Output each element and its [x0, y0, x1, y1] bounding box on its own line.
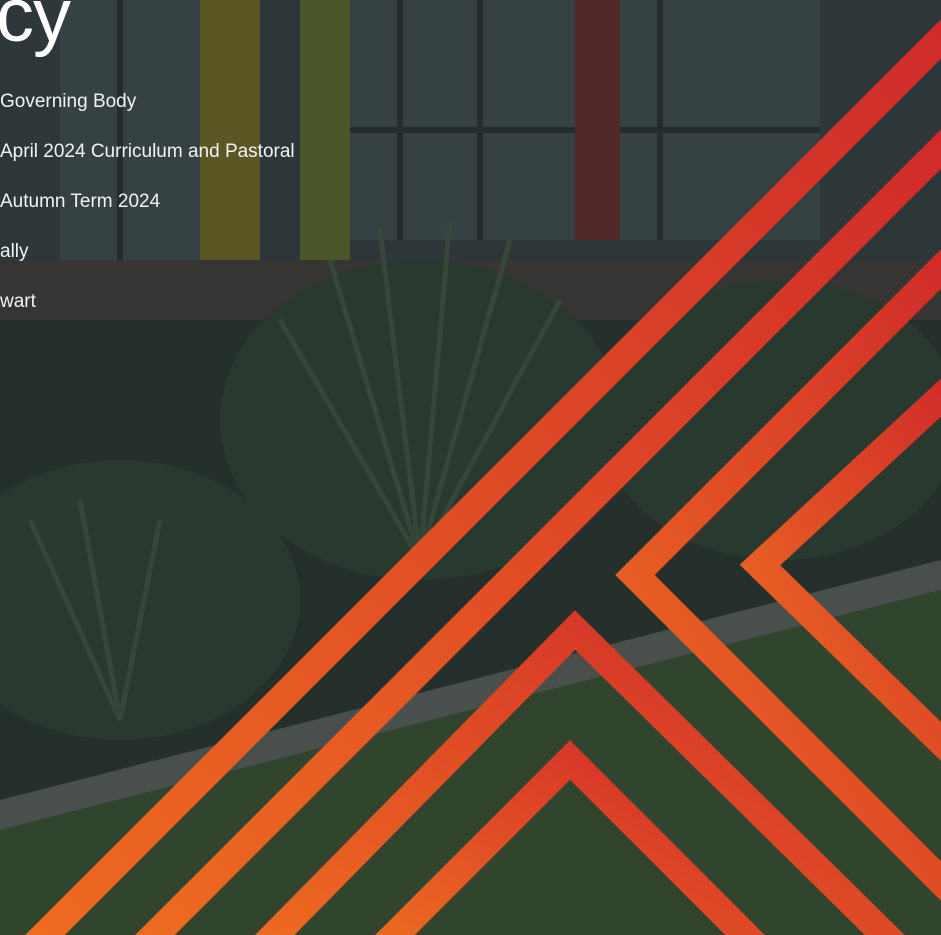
detail-approved-by: Governing Body: [0, 91, 137, 112]
detail-owner: wart: [0, 291, 36, 312]
document-details: Governing Body April 2024 Curriculum and…: [0, 92, 295, 342]
page-title: cy: [0, 0, 71, 58]
detail-review-frequency: ally: [0, 241, 29, 262]
detail-date-approved: April 2024 Curriculum and Pastoral: [0, 141, 295, 162]
detail-review-date: Autumn Term 2024: [0, 191, 161, 212]
